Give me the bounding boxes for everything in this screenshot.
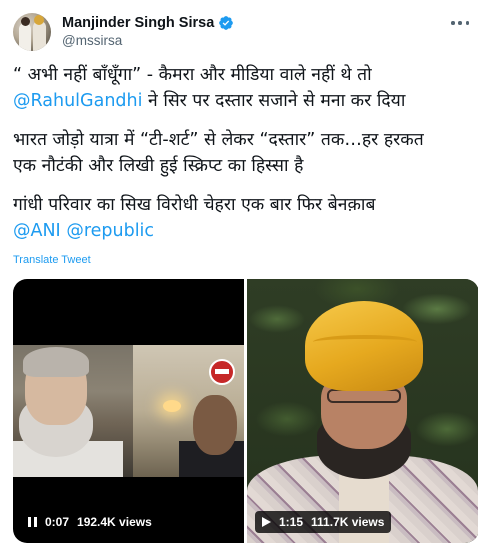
- author-name-row: Manjinder Singh Sirsa: [62, 13, 234, 33]
- pause-icon[interactable]: [28, 517, 37, 527]
- mention-republic[interactable]: @republic: [66, 221, 154, 241]
- tweet-line-1: “ अभी नहीं बाँधूँगा” - कैमरा और मीडिया व…: [13, 65, 372, 85]
- tweet-line-2: @RahulGandhi ने सिर पर दस्तार सजाने से म…: [13, 88, 478, 114]
- tweet-line-2-text: ने सिर पर दस्तार सजाने से मना कर दिया: [142, 91, 406, 111]
- tweet-line-3: भारत जोड़ो यात्रा में “टी-शर्ट” से लेकर …: [13, 130, 424, 150]
- video-1-time: 0:07: [45, 515, 70, 529]
- video-2[interactable]: 1:15 111.7K views: [247, 279, 478, 543]
- video-1[interactable]: 0:07 192.4K views: [13, 279, 244, 543]
- tweet-card: Manjinder Singh Sirsa @mssirsa “ अभी नही…: [0, 0, 488, 551]
- mention-rahulgandhi[interactable]: @RahulGandhi: [13, 91, 142, 111]
- avatar[interactable]: [13, 13, 51, 51]
- tweet-line-5: गांधी परिवार का सिख विरोधी चेहरा एक बार …: [13, 195, 376, 215]
- display-name[interactable]: Manjinder Singh Sirsa: [62, 15, 214, 31]
- video-1-views: 192.4K views: [77, 515, 152, 529]
- video-1-frame: [13, 345, 244, 477]
- verified-badge-icon: [219, 16, 234, 30]
- channel-logo: [209, 359, 235, 385]
- play-icon[interactable]: [262, 517, 271, 527]
- more-options-icon[interactable]: [449, 15, 471, 31]
- tweet-line-4: एक नौटंकी और लिखी हुई स्क्रिप्ट का हिस्स…: [13, 156, 304, 176]
- video-2-controls[interactable]: 1:15 111.7K views: [255, 511, 392, 533]
- author-handle[interactable]: @mssirsa: [62, 33, 122, 48]
- mention-ani[interactable]: @ANI: [13, 221, 61, 241]
- video-2-views: 111.7K views: [311, 515, 385, 529]
- video-2-time: 1:15: [279, 515, 304, 529]
- tweet-line-6: @ANI @republic: [13, 218, 478, 244]
- tweet-text: “ अभी नहीं बाँधूँगा” - कैमरा और मीडिया व…: [13, 62, 478, 244]
- translate-tweet-link[interactable]: Translate Tweet: [13, 254, 91, 266]
- media-grid: 0:07 192.4K views 1:15 111.7K views: [13, 279, 479, 543]
- video-1-controls[interactable]: 0:07 192.4K views: [21, 511, 159, 533]
